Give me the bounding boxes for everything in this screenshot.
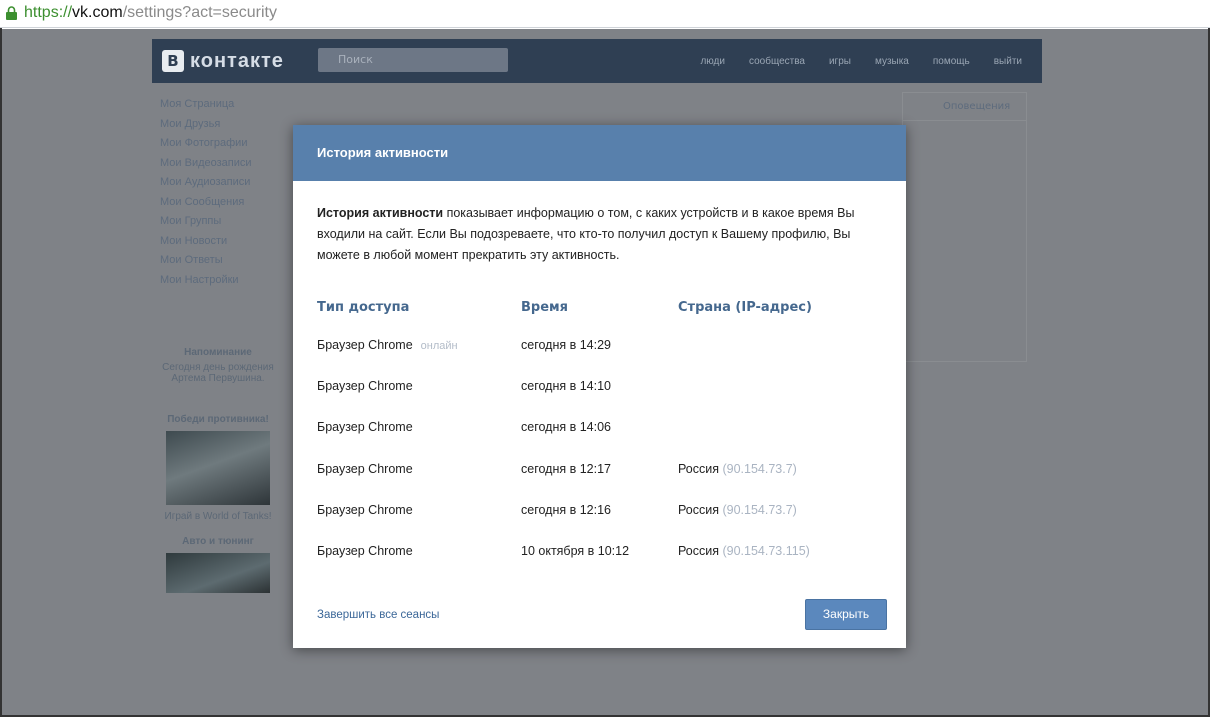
ip-address: (90.154.73.115)	[722, 544, 810, 559]
address-bar[interactable]: https://vk.com/settings?act=security	[0, 0, 1210, 28]
activity-table: Тип доступа Время Страна (IP-адрес) Брау…	[317, 290, 882, 572]
access-time: сегодня в 12:16	[521, 502, 611, 517]
nav-communities[interactable]: сообщества	[749, 56, 805, 67]
access-type: Браузер Chrome	[317, 461, 413, 476]
nav-help[interactable]: помощь	[933, 56, 970, 67]
url-path: /settings?act=security	[122, 4, 277, 21]
nav-logout[interactable]: выйти	[994, 56, 1022, 67]
ip-address: (90.154.73.7)	[722, 461, 797, 476]
left-menu: Моя Страница Мои Друзья Мои Фотографии М…	[160, 95, 290, 290]
menu-item[interactable]: Мои Фотографии	[160, 134, 290, 154]
table-row: Браузер Chrome сегодня в 12:16 Россия (9…	[317, 489, 882, 530]
country: Россия	[678, 461, 719, 476]
site-logo[interactable]: В контакте	[162, 47, 284, 75]
close-button[interactable]: Закрыть	[805, 599, 887, 630]
menu-item[interactable]: Мои Настройки	[160, 271, 290, 291]
ad-image[interactable]	[166, 553, 270, 593]
access-time: сегодня в 12:17	[521, 461, 611, 476]
activity-history-modal: История активности История активности по…	[293, 125, 906, 648]
description-bold: История активности	[317, 206, 444, 220]
menu-item[interactable]: Мои Видеозаписи	[160, 154, 290, 174]
modal-title: История активности	[293, 125, 906, 181]
access-type: Браузер Chrome	[317, 378, 413, 393]
online-badge: онлайн	[420, 339, 458, 352]
table-row: Браузер Chrome сегодня в 14:10	[317, 365, 882, 406]
table-row: Браузер Chrome сегодня в 12:17 Россия (9…	[317, 448, 882, 489]
access-time: сегодня в 14:29	[521, 337, 611, 352]
country: Россия	[678, 544, 719, 559]
ad-title[interactable]: Авто и тюнинг	[162, 536, 274, 547]
menu-item[interactable]: Мои Новости	[160, 232, 290, 252]
lock-icon	[6, 6, 17, 20]
reminder-title: Напоминание	[184, 347, 252, 358]
vk-logo-icon: В	[162, 50, 184, 72]
site-header: В контакте Поиск люди сообщества игры му…	[152, 39, 1042, 83]
table-row: Браузер Chrome онлайн сегодня в 14:29	[317, 324, 882, 365]
url-host: vk.com	[72, 4, 123, 21]
access-type: Браузер Chrome	[317, 337, 413, 352]
ad-title[interactable]: Победи противника!	[162, 414, 274, 425]
menu-item[interactable]: Моя Страница	[160, 95, 290, 115]
table-row: Браузер Chrome сегодня в 14:06	[317, 407, 882, 448]
url-scheme: https://	[24, 4, 73, 21]
access-time: сегодня в 14:10	[521, 378, 611, 393]
table-header: Тип доступа Время Страна (IP-адрес)	[317, 290, 882, 324]
access-type: Браузер Chrome	[317, 544, 413, 559]
menu-item[interactable]: Мои Группы	[160, 212, 290, 232]
country: Россия	[678, 502, 719, 517]
column-header-access: Тип доступа	[317, 299, 410, 315]
nav-people[interactable]: люди	[700, 56, 725, 67]
access-type: Браузер Chrome	[317, 502, 413, 517]
access-type: Браузер Chrome	[317, 420, 413, 435]
nav-games[interactable]: игры	[829, 56, 851, 67]
logo-text: контакте	[190, 49, 284, 72]
right-tab[interactable]: Оповещения	[903, 93, 1026, 121]
column-header-time: Время	[521, 299, 569, 315]
ip-address: (90.154.73.7)	[722, 502, 797, 517]
ad-image[interactable]	[166, 431, 270, 505]
menu-item[interactable]: Мои Сообщения	[160, 193, 290, 213]
nav-music[interactable]: музыка	[875, 56, 909, 67]
site-search-input[interactable]: Поиск	[318, 48, 508, 72]
modal-description: История активности показывает информацию…	[317, 203, 877, 266]
sidebar-promo: Напоминание Сегодня день рождения Артема…	[162, 347, 274, 599]
ad-caption[interactable]: Играй в World of Tanks!	[162, 511, 274, 522]
reminder-text[interactable]: Сегодня день рождения Артема Первушина.	[162, 362, 274, 384]
column-header-country: Страна (IP-адрес)	[678, 299, 812, 315]
right-panel: Оповещения	[902, 92, 1027, 362]
menu-item[interactable]: Мои Друзья	[160, 115, 290, 135]
end-all-sessions-link[interactable]: Завершить все сеансы	[317, 609, 439, 621]
menu-item[interactable]: Мои Аудиозаписи	[160, 173, 290, 193]
table-row: Браузер Chrome 10 октября в 10:12 Россия…	[317, 530, 882, 571]
dimmed-page: В контакте Поиск люди сообщества игры му…	[2, 29, 1208, 715]
site-nav: люди сообщества игры музыка помощь выйти	[700, 39, 1022, 83]
access-time: сегодня в 14:06	[521, 420, 611, 435]
menu-item[interactable]: Мои Ответы	[160, 251, 290, 271]
access-time: 10 октября в 10:12	[521, 544, 630, 559]
